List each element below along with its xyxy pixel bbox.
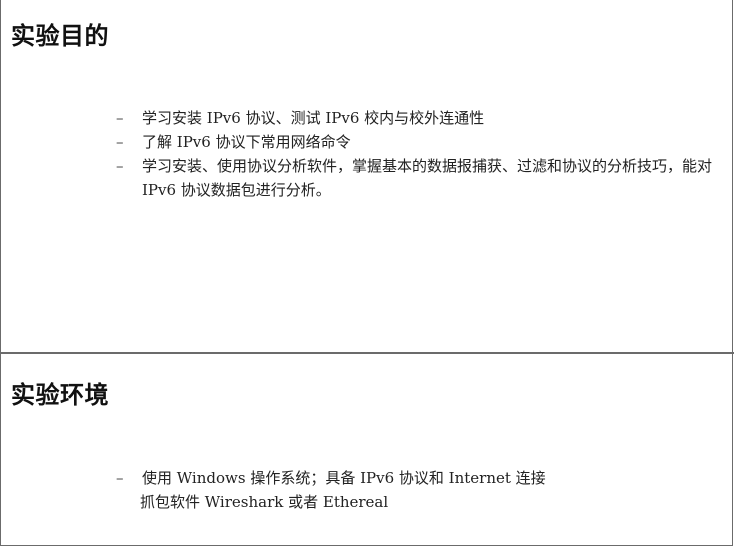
list-item-text: 了解 IPv6 协议下常用网络命令 — [142, 133, 351, 151]
list-item: – 学习安装 IPv6 协议、测试 IPv6 校内与校外连通性 — [116, 106, 716, 130]
list-item: – 了解 IPv6 协议下常用网络命令 — [116, 130, 716, 154]
bullet-dash: – — [116, 109, 124, 127]
bullet-dash: – — [116, 133, 124, 151]
bullet-dash: – — [116, 157, 124, 175]
list-item-text: 使用 Windows 操作系统；具备 IPv6 协议和 Internet 连接 — [142, 469, 546, 487]
bullet-dash: – — [116, 469, 124, 487]
section-divider — [1, 352, 734, 354]
slide-page: 实验目的 – 学习安装 IPv6 协议、测试 IPv6 校内与校外连通性 – 了… — [0, 0, 734, 546]
section-title-environment: 实验环境 — [11, 381, 109, 409]
section-title-objective: 实验目的 — [11, 22, 109, 50]
objective-bullet-list: – 学习安装 IPv6 协议、测试 IPv6 校内与校外连通性 – 了解 IPv… — [116, 106, 716, 202]
environment-bullet-list: – 使用 Windows 操作系统；具备 IPv6 协议和 Internet 连… — [116, 466, 676, 514]
list-item: – 使用 Windows 操作系统；具备 IPv6 协议和 Internet 连… — [116, 466, 676, 490]
list-item-text: 学习安装 IPv6 协议、测试 IPv6 校内与校外连通性 — [142, 109, 485, 127]
list-item-continuation: 抓包软件 Wireshark 或者 Ethereal — [140, 493, 389, 511]
list-item: – 学习安装、使用协议分析软件，掌握基本的数据报捕获、过滤和协议的分析技巧，能对… — [116, 154, 716, 202]
list-item-text: 学习安装、使用协议分析软件，掌握基本的数据报捕获、过滤和协议的分析技巧，能对 I… — [142, 157, 713, 199]
